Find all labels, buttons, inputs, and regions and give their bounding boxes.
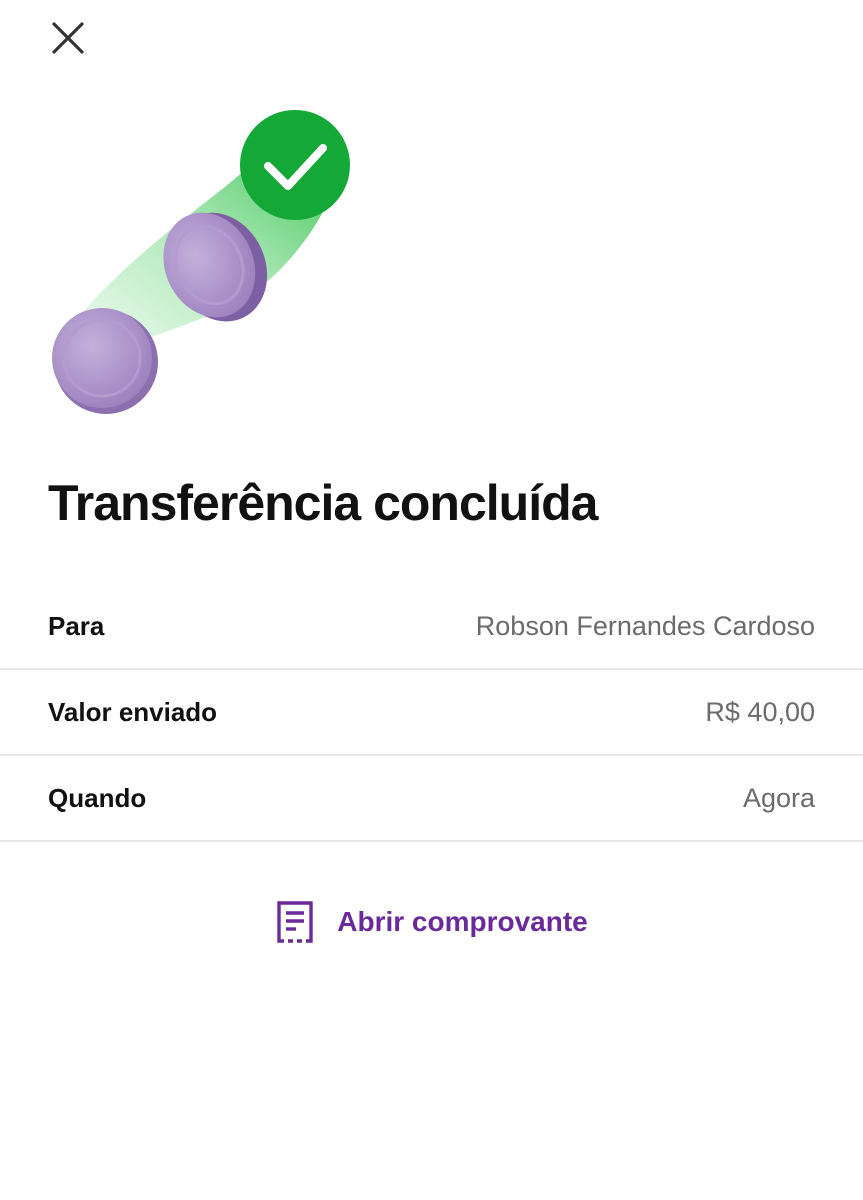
close-icon — [52, 22, 84, 54]
detail-row-when: Quando Agora — [0, 756, 863, 842]
coin-transfer-success-illustration — [52, 110, 350, 414]
detail-label: Quando — [48, 782, 147, 813]
page-title: Transferência concluída — [48, 475, 598, 531]
detail-value: Robson Fernandes Cardoso — [475, 610, 815, 641]
detail-row-amount: Valor enviado R$ 40,00 — [0, 670, 863, 756]
detail-label: Valor enviado — [48, 696, 218, 727]
detail-value: R$ 40,00 — [705, 696, 815, 727]
detail-row-recipient: Para Robson Fernandes Cardoso — [0, 584, 863, 670]
check-icon — [240, 110, 350, 220]
open-receipt-label: Abrir comprovante — [337, 906, 588, 937]
detail-value: Agora — [742, 782, 815, 813]
transfer-details: Para Robson Fernandes Cardoso Valor envi… — [0, 584, 863, 842]
receipt-icon — [277, 901, 313, 943]
close-button[interactable] — [44, 14, 92, 62]
transfer-success-screen: Transferência concluída Para Robson Fern… — [0, 0, 863, 1200]
open-receipt-button[interactable]: Abrir comprovante — [0, 900, 863, 944]
detail-label: Para — [48, 610, 105, 641]
